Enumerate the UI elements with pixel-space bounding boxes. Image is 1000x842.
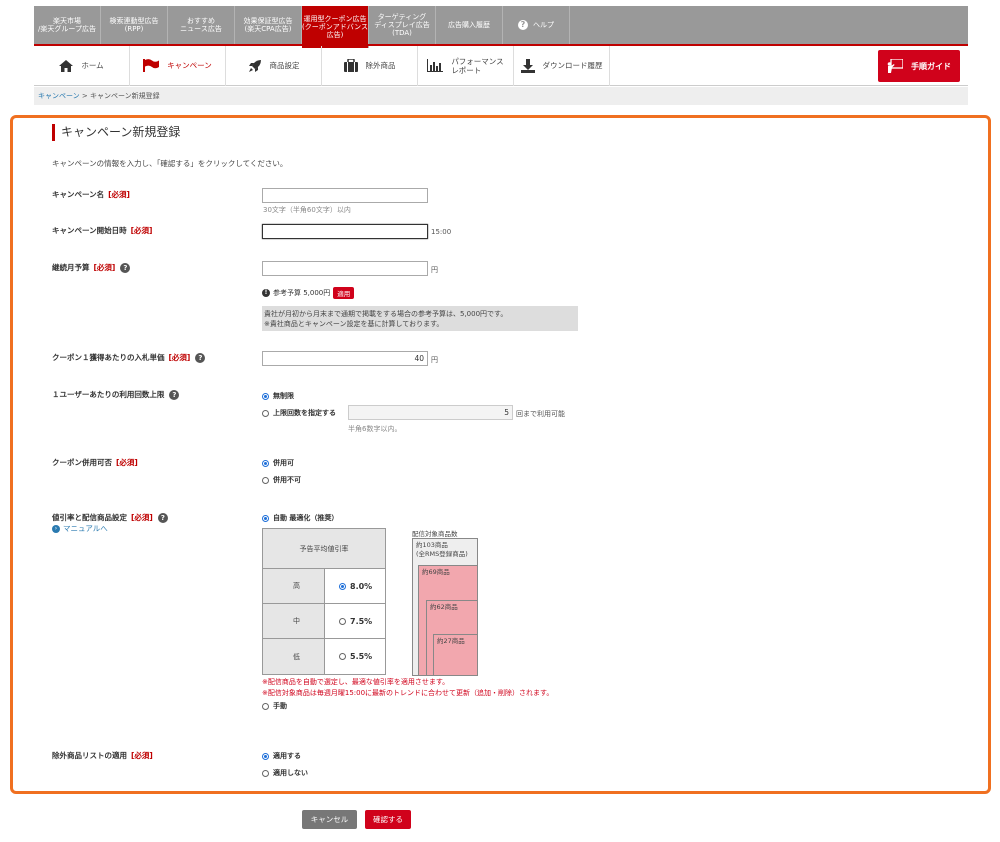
help-icon[interactable]: ? xyxy=(157,512,168,523)
discount-settings-label: 値引率と配信商品設定 [必須]? xyxy=(52,512,168,523)
topnav-help[interactable]: ? ヘルプ xyxy=(503,6,570,44)
exclude-apply-radio[interactable]: 適用する xyxy=(262,751,301,761)
page-title: キャンペーン新規登録 xyxy=(52,124,180,141)
discount-auto-radio[interactable]: 自動 最適化（推奨） xyxy=(262,513,338,523)
campaign-name-input[interactable] xyxy=(262,188,428,203)
start-time-text: 15:00 xyxy=(431,228,452,236)
monthly-budget-input[interactable] xyxy=(262,261,428,276)
usage-limit-label: １ユーザーあたりの利用回数上限? xyxy=(52,389,180,400)
sub-nav: ホーム キャンペーン 商品設定 除外商品 パフォーマンス レポート ダウンロード… xyxy=(34,45,968,86)
topnav-tda[interactable]: ターゲティング ディスプレイ広告 (TDA) xyxy=(369,6,436,44)
limit-hint: 半角6数字以内。 xyxy=(348,425,402,433)
topnav-news[interactable]: おすすめ ニュース広告 xyxy=(168,6,235,44)
subnav-campaign[interactable]: キャンペーン xyxy=(130,45,226,86)
topnav-rpp[interactable]: 検索連動型広告 (RPP) xyxy=(101,6,168,44)
budget-note: 貴社が月初から月末まで通期で掲載をする場合の参考予算は、5,000円です。 ※貴… xyxy=(262,306,578,331)
limit-unlimited-radio[interactable]: 無制限 xyxy=(262,391,294,401)
exclude-list-label: 除外商品リストの適用 [必須] xyxy=(52,751,153,760)
table-row: 中 7.5% xyxy=(263,604,385,639)
manual-link[interactable]: › マニュアルへ xyxy=(52,523,108,534)
products-low-box: 約27商品 xyxy=(433,634,478,676)
combine-not-allowed-radio[interactable]: 併用不可 xyxy=(262,475,301,485)
discount-note-1: ※配信商品を自動で選定し、最適な値引率を適用させます。 xyxy=(262,678,450,686)
info-icon: ! xyxy=(262,289,270,297)
limit-specify-radio[interactable]: 上限回数を指定する xyxy=(262,408,336,418)
discount-note-2: ※配信対象商品は毎週月曜15:00に最新のトレンドに合わせて更新（追加・削除）さ… xyxy=(262,689,554,697)
help-icon[interactable]: ? xyxy=(169,389,180,400)
bid-label: クーポン１獲得あたりの入札単価 [必須]? xyxy=(52,352,206,363)
breadcrumb-campaign-link[interactable]: キャンペーン xyxy=(38,92,80,100)
reference-budget: ! 参考予算 5,000円 適用 xyxy=(262,287,355,299)
coupon-combine-label: クーポン併用可否 [必須] xyxy=(52,458,138,467)
procedure-guide-button[interactable]: 手順ガイド xyxy=(878,50,960,82)
subnav-performance-report[interactable]: パフォーマンス レポート xyxy=(418,45,514,86)
confirm-button[interactable]: 確認する xyxy=(365,810,411,829)
bid-unit: 円 xyxy=(431,356,438,364)
subnav-excluded-products[interactable]: 除外商品 xyxy=(322,45,418,86)
start-datetime-input[interactable] xyxy=(262,224,428,239)
help-circle-icon: ? xyxy=(518,20,528,30)
download-icon xyxy=(520,58,535,73)
apply-reference-budget-button[interactable]: 適用 xyxy=(333,287,355,299)
intro-text: キャンペーンの情報を入力し、「確認する」をクリックしてください。 xyxy=(52,159,288,168)
home-icon xyxy=(59,59,74,72)
cancel-button[interactable]: キャンセル xyxy=(302,810,357,829)
breadcrumb-current: キャンペーン新規登録 xyxy=(89,92,160,100)
discount-low-radio[interactable]: 5.5% xyxy=(325,639,385,674)
discount-rate-table: 予告平均値引率 高 8.0% 中 7.5% 低 5.5% xyxy=(262,528,386,675)
rocket-icon xyxy=(248,59,262,73)
limit-suffix: 回まで利用可能 xyxy=(516,410,565,418)
bag-icon xyxy=(343,59,358,72)
discount-table-header: 予告平均値引率 xyxy=(263,529,385,569)
guide-icon xyxy=(887,59,903,73)
limit-count-input[interactable]: 5 xyxy=(348,405,513,420)
top-nav: 楽天市場 /楽天グループ広告 検索連動型広告 (RPP) おすすめ ニュース広告… xyxy=(34,6,968,48)
topnav-history[interactable]: 広告購入履歴 xyxy=(436,6,503,44)
campaign-name-hint: 30文字（半角60文字）以内 xyxy=(263,206,351,214)
breadcrumb-separator: > xyxy=(79,92,90,100)
monthly-budget-label: 継続月予算 [必須]? xyxy=(52,262,131,273)
exclude-not-apply-radio[interactable]: 適用しない xyxy=(262,768,308,778)
breadcrumb: キャンペーン > キャンペーン新規登録 xyxy=(34,87,968,105)
discount-high-radio[interactable]: 8.0% xyxy=(325,569,385,603)
combine-allowed-radio[interactable]: 併用可 xyxy=(262,458,294,468)
bid-input[interactable]: 40 xyxy=(262,351,428,366)
flag-icon xyxy=(143,59,160,72)
subnav-download-history[interactable]: ダウンロード履歴 xyxy=(514,45,610,86)
topnav-coupon-advance[interactable]: 運用型クーポン広告 (クーポンアドバンス 広告) xyxy=(302,6,369,48)
target-products-title: 配信対象商品数 xyxy=(412,530,458,538)
subnav-home[interactable]: ホーム xyxy=(34,45,130,86)
chart-icon xyxy=(427,59,444,72)
discount-manual-radio[interactable]: 手動 xyxy=(262,701,287,711)
discount-mid-radio[interactable]: 7.5% xyxy=(325,604,385,638)
subnav-product-settings[interactable]: 商品設定 xyxy=(226,45,322,86)
help-icon[interactable]: ? xyxy=(195,352,206,363)
start-datetime-label: キャンペーン開始日時 [必須] xyxy=(52,226,153,235)
topnav-cpa[interactable]: 効果保証型広告 (楽天CPA広告) xyxy=(235,6,302,44)
arrow-right-icon: › xyxy=(52,524,60,533)
help-icon[interactable]: ? xyxy=(120,262,131,273)
topnav-rakuten[interactable]: 楽天市場 /楽天グループ広告 xyxy=(34,6,101,44)
table-row: 高 8.0% xyxy=(263,569,385,604)
campaign-name-label: キャンペーン名 [必須] xyxy=(52,190,130,199)
table-row: 低 5.5% xyxy=(263,639,385,674)
budget-unit: 円 xyxy=(431,266,438,274)
